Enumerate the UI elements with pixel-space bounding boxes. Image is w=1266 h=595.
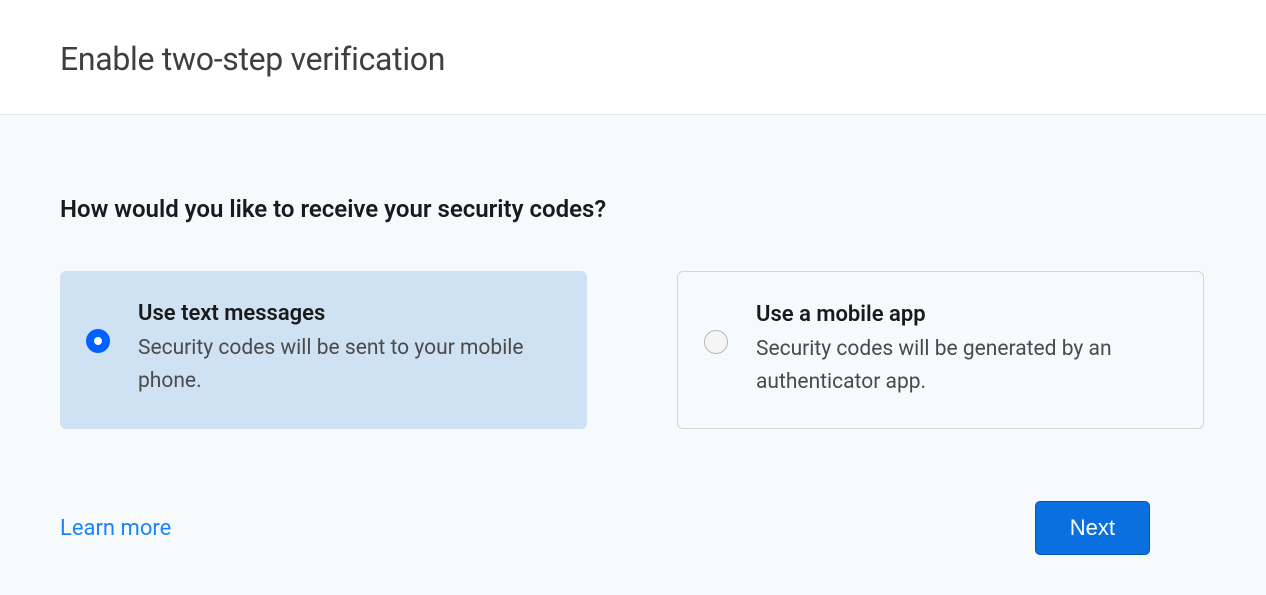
next-button[interactable]: Next bbox=[1035, 501, 1150, 555]
radio-mobile-app[interactable] bbox=[704, 330, 728, 354]
radio-unselected-icon bbox=[704, 330, 728, 354]
footer-row: Learn more Next bbox=[60, 501, 1206, 555]
page-header: Enable two-step verification bbox=[0, 0, 1266, 115]
page-title: Enable two-step verification bbox=[60, 40, 1206, 78]
option-mobile-app-desc: Security codes will be generated by an a… bbox=[756, 333, 1173, 398]
option-text-messages-title: Use text messages bbox=[138, 301, 557, 326]
option-text-messages-desc: Security codes will be sent to your mobi… bbox=[138, 332, 557, 397]
option-text-messages-text: Use text messages Security codes will be… bbox=[138, 301, 557, 397]
option-mobile-app[interactable]: Use a mobile app Security codes will be … bbox=[677, 271, 1204, 429]
content-area: How would you like to receive your secur… bbox=[0, 115, 1266, 595]
learn-more-link[interactable]: Learn more bbox=[60, 516, 171, 541]
radio-selected-icon bbox=[86, 329, 110, 353]
radio-text-messages[interactable] bbox=[86, 329, 110, 353]
security-code-question: How would you like to receive your secur… bbox=[60, 195, 1206, 223]
option-mobile-app-title: Use a mobile app bbox=[756, 302, 1173, 327]
option-text-messages[interactable]: Use text messages Security codes will be… bbox=[60, 271, 587, 429]
option-mobile-app-text: Use a mobile app Security codes will be … bbox=[756, 302, 1173, 398]
options-container: Use text messages Security codes will be… bbox=[60, 271, 1206, 429]
